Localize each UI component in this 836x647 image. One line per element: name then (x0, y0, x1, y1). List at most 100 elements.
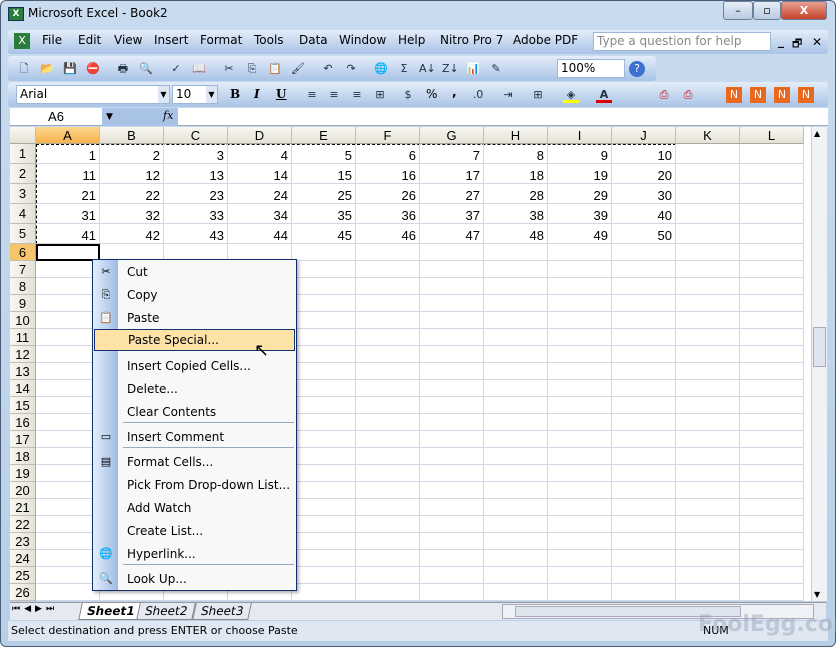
row-header-14[interactable]: 14 (10, 380, 36, 397)
cell-L5[interactable] (740, 224, 804, 244)
row-header-10[interactable]: 10 (10, 312, 36, 329)
cell-A23[interactable] (36, 533, 100, 550)
cell-A24[interactable] (36, 550, 100, 567)
cell-L16[interactable] (740, 414, 804, 431)
cell-F23[interactable] (356, 533, 420, 550)
cell-F21[interactable] (356, 499, 420, 516)
cell-E1[interactable]: 5 (292, 144, 356, 164)
cell-L19[interactable] (740, 465, 804, 482)
cell-K10[interactable] (676, 312, 740, 329)
tab-sheet3[interactable]: Sheet3 (192, 603, 253, 620)
cell-H11[interactable] (484, 329, 548, 346)
cell-I13[interactable] (548, 363, 612, 380)
cell-J21[interactable] (612, 499, 676, 516)
cell-L24[interactable] (740, 550, 804, 567)
cell-E22[interactable] (292, 516, 356, 533)
row-header-20[interactable]: 20 (10, 482, 36, 499)
cell-G13[interactable] (420, 363, 484, 380)
cell-H1[interactable]: 8 (484, 144, 548, 164)
cell-K24[interactable] (676, 550, 740, 567)
cell-G25[interactable] (420, 567, 484, 584)
format-painter-icon[interactable]: 🖌 (290, 61, 306, 77)
print-icon[interactable]: 🖶 (115, 61, 131, 77)
column-header-J[interactable]: J (612, 127, 676, 144)
cell-G20[interactable] (420, 482, 484, 499)
cell-H3[interactable]: 28 (484, 184, 548, 204)
menu-view[interactable]: View (114, 33, 142, 47)
column-header-K[interactable]: K (676, 127, 740, 144)
cell-A5[interactable]: 41 (36, 224, 100, 244)
cell-G2[interactable]: 17 (420, 164, 484, 184)
cell-K17[interactable] (676, 431, 740, 448)
column-header-H[interactable]: H (484, 127, 548, 144)
cell-A2[interactable]: 11 (36, 164, 100, 184)
cell-E10[interactable] (292, 312, 356, 329)
cell-K5[interactable] (676, 224, 740, 244)
menu-edit[interactable]: Edit (78, 33, 101, 47)
row-header-7[interactable]: 7 (10, 261, 36, 278)
cell-F3[interactable]: 26 (356, 184, 420, 204)
cell-K13[interactable] (676, 363, 740, 380)
row-header-15[interactable]: 15 (10, 397, 36, 414)
cell-H17[interactable] (484, 431, 548, 448)
cell-E14[interactable] (292, 380, 356, 397)
cell-E23[interactable] (292, 533, 356, 550)
cell-F11[interactable] (356, 329, 420, 346)
cell-E4[interactable]: 35 (292, 204, 356, 224)
cell-J6[interactable] (612, 244, 676, 261)
cell-J25[interactable] (612, 567, 676, 584)
cell-F1[interactable]: 6 (356, 144, 420, 164)
chart-wizard-icon[interactable]: 📊 (465, 61, 481, 77)
cell-F18[interactable] (356, 448, 420, 465)
cell-I11[interactable] (548, 329, 612, 346)
cell-E13[interactable] (292, 363, 356, 380)
cell-I5[interactable]: 49 (548, 224, 612, 244)
align-center-icon[interactable]: ≡ (326, 87, 342, 103)
nitro-secure-icon[interactable]: N (750, 87, 766, 103)
cell-I8[interactable] (548, 278, 612, 295)
cell-K18[interactable] (676, 448, 740, 465)
cell-E11[interactable] (292, 329, 356, 346)
cell-A20[interactable] (36, 482, 100, 499)
cell-J9[interactable] (612, 295, 676, 312)
row-header-16[interactable]: 16 (10, 414, 36, 431)
cell-E2[interactable]: 15 (292, 164, 356, 184)
cell-I10[interactable] (548, 312, 612, 329)
cell-A15[interactable] (36, 397, 100, 414)
select-all-corner[interactable] (10, 127, 36, 144)
cell-G14[interactable] (420, 380, 484, 397)
cell-E5[interactable]: 45 (292, 224, 356, 244)
cut-icon[interactable]: ✂ (221, 61, 237, 77)
paste-icon[interactable]: 📋 (267, 61, 283, 77)
row-header-22[interactable]: 22 (10, 516, 36, 533)
font-color-icon[interactable]: A (596, 87, 612, 103)
nitro-settings-icon[interactable]: N (798, 87, 814, 103)
zoom-select[interactable]: 100% (557, 59, 625, 78)
sort-descending-icon[interactable]: Z↓ (442, 61, 459, 77)
cell-J14[interactable] (612, 380, 676, 397)
cell-J10[interactable] (612, 312, 676, 329)
row-header-6[interactable]: 6 (10, 244, 36, 261)
row-header-4[interactable]: 4 (10, 204, 36, 224)
cell-H10[interactable] (484, 312, 548, 329)
copy-icon[interactable]: ⎘ (244, 61, 260, 77)
cell-I20[interactable] (548, 482, 612, 499)
row-header-13[interactable]: 13 (10, 363, 36, 380)
cell-F16[interactable] (356, 414, 420, 431)
row-header-2[interactable]: 2 (10, 164, 36, 184)
autosum-icon[interactable]: Σ (396, 61, 412, 77)
cell-I19[interactable] (548, 465, 612, 482)
font-select[interactable]: Arial (16, 85, 170, 104)
cell-G9[interactable] (420, 295, 484, 312)
row-header-21[interactable]: 21 (10, 499, 36, 516)
print-preview-icon[interactable]: 🔍 (138, 61, 154, 77)
cell-I15[interactable] (548, 397, 612, 414)
permission-icon[interactable]: ⛔ (85, 61, 101, 77)
cell-J22[interactable] (612, 516, 676, 533)
borders-icon[interactable]: ⊞ (530, 87, 546, 103)
tab-sheet2[interactable]: Sheet2 (136, 603, 197, 620)
merge-center-icon[interactable]: ⊞ (372, 87, 388, 103)
row-header-23[interactable]: 23 (10, 533, 36, 550)
scrollbar-thumb[interactable] (813, 327, 826, 367)
cell-E8[interactable] (292, 278, 356, 295)
